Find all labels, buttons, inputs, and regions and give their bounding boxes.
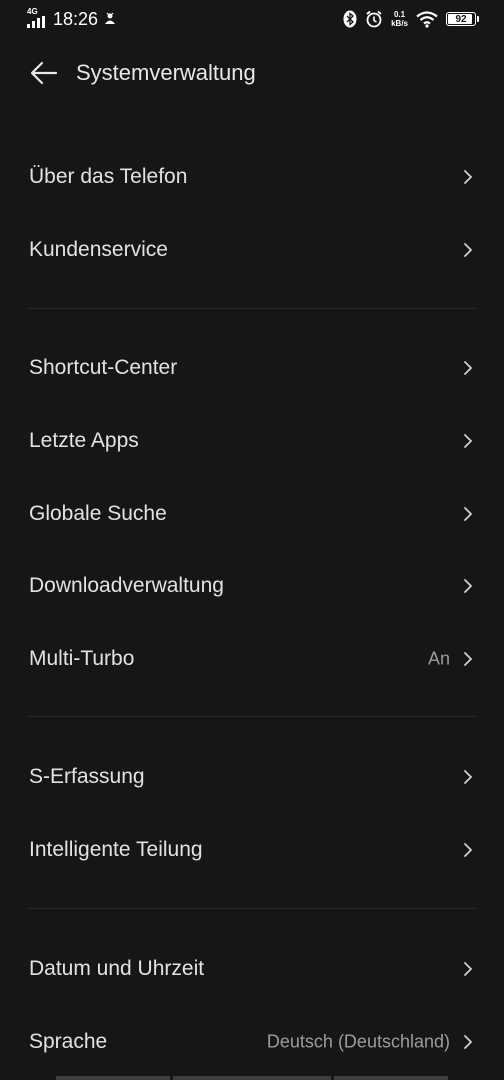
nav-hint-left[interactable] — [56, 1076, 170, 1080]
status-left: 4G 18:26 — [27, 8, 116, 30]
bluetooth-icon — [343, 10, 357, 28]
wifi-icon — [416, 10, 438, 28]
speed-unit: kB/s — [391, 19, 408, 28]
speed-value: 0.1 — [393, 10, 406, 19]
cellular-signal-icon: 4G — [27, 8, 49, 30]
status-right: 0.1 kB/s 92 — [343, 8, 479, 30]
nav-hint-home[interactable] — [173, 1076, 331, 1080]
item-label: Globale Suche — [29, 502, 167, 525]
item-label: S-Erfassung — [29, 765, 145, 788]
settings-item-smart-split[interactable]: Intelligente Teilung — [0, 820, 504, 880]
item-label: Letzte Apps — [29, 429, 139, 452]
chevron-right-icon — [464, 170, 473, 184]
item-label: Downloadverwaltung — [29, 574, 224, 597]
item-label: Datum und Uhrzeit — [29, 957, 205, 980]
settings-item-date-time[interactable]: Datum und Uhrzeit — [0, 939, 504, 999]
nav-hint-right[interactable] — [334, 1076, 448, 1080]
settings-item-download-manager[interactable]: Downloadverwaltung — [0, 556, 504, 616]
status-time: 18:26 — [53, 8, 99, 29]
settings-item-language[interactable]: Sprache Deutsch (Deutschland) — [0, 1012, 504, 1072]
chevron-right-icon — [464, 1035, 473, 1049]
chevron-right-icon — [464, 652, 473, 666]
item-label: Intelligente Teilung — [29, 838, 203, 861]
item-label: Sprache — [29, 1030, 108, 1053]
section-divider — [28, 908, 476, 909]
back-button[interactable] — [28, 58, 60, 88]
chevron-right-icon — [464, 962, 473, 976]
chevron-right-icon — [464, 843, 473, 857]
arrow-left-icon — [30, 61, 58, 85]
settings-item-multi-turbo[interactable]: Multi-Turbo An — [0, 629, 504, 689]
chevron-right-icon — [464, 579, 473, 593]
section-divider — [28, 716, 476, 717]
settings-item-about-phone[interactable]: Über das Telefon — [0, 147, 504, 207]
chevron-right-icon — [464, 361, 473, 375]
item-label: Kundenservice — [29, 238, 168, 261]
battery-level-text: 92 — [455, 13, 467, 25]
settings-item-recent-apps[interactable]: Letzte Apps — [0, 411, 504, 471]
battery-icon: 92 — [446, 12, 479, 26]
item-value: An — [427, 648, 450, 669]
chevron-right-icon — [464, 507, 473, 521]
alarm-icon — [366, 10, 382, 28]
settings-item-shortcut-center[interactable]: Shortcut-Center — [0, 338, 504, 398]
chevron-right-icon — [464, 243, 473, 257]
page-title: Systemverwaltung — [76, 60, 256, 85]
settings-item-customer-service[interactable]: Kundenservice — [0, 220, 504, 280]
chevron-right-icon — [464, 434, 473, 448]
settings-item-s-capture[interactable]: S-Erfassung — [0, 747, 504, 807]
item-label: Multi-Turbo — [29, 647, 135, 670]
item-label: Über das Telefon — [29, 165, 188, 188]
chevron-right-icon — [464, 770, 473, 784]
network-speed: 0.1 kB/s — [391, 10, 408, 28]
section-divider — [28, 308, 476, 309]
app-bar: Systemverwaltung — [0, 48, 504, 98]
notification-icon — [105, 12, 116, 24]
item-value: Deutsch (Deutschland) — [266, 1031, 450, 1052]
network-type: 4G — [27, 7, 38, 16]
item-label: Shortcut-Center — [29, 356, 178, 379]
settings-item-global-search[interactable]: Globale Suche — [0, 484, 504, 544]
status-bar: 4G 18:26 0.1 kB/s 92 — [0, 0, 504, 38]
